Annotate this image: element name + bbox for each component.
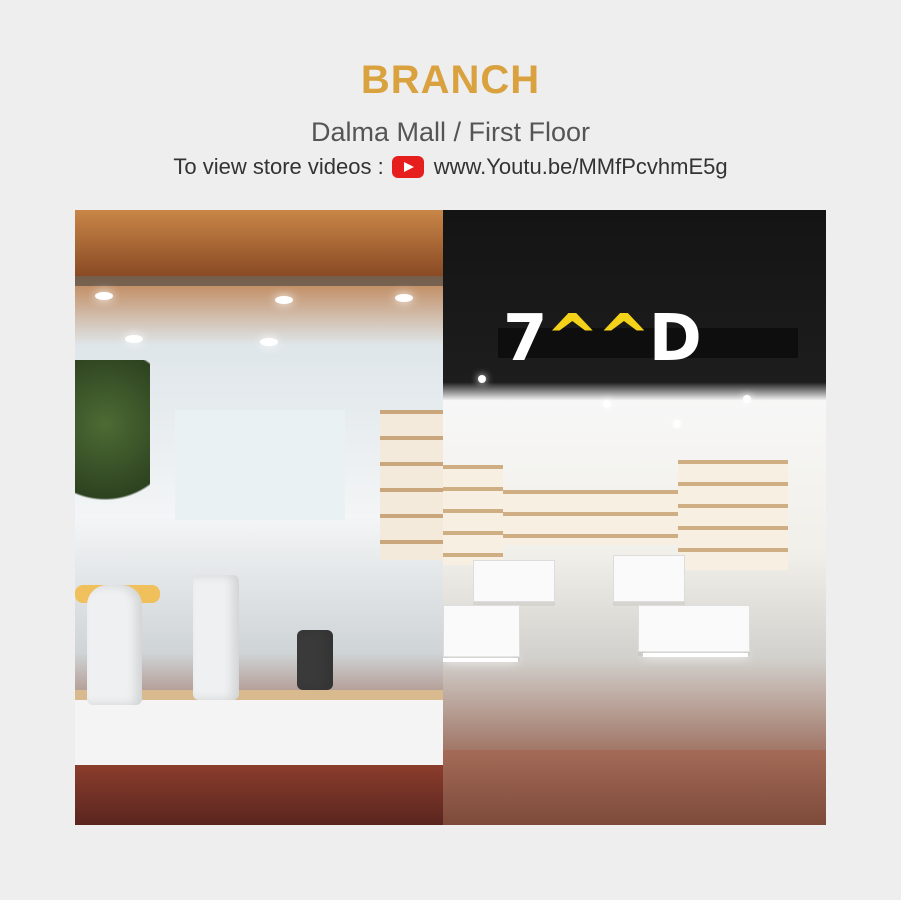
counter-glow bbox=[443, 658, 518, 662]
product-shelf bbox=[443, 465, 503, 565]
store-logo-sign: 7 ^^ D bbox=[503, 302, 702, 376]
ceiling-light bbox=[743, 395, 751, 403]
product-shelf bbox=[380, 410, 443, 560]
store-videos-line: To view store videos : www.Youtu.be/MMfP… bbox=[0, 154, 901, 180]
mall-floor bbox=[75, 765, 443, 825]
youtube-icon[interactable] bbox=[391, 156, 424, 178]
ceiling-light bbox=[275, 296, 293, 304]
ceiling-beam bbox=[75, 276, 443, 286]
ceiling bbox=[75, 210, 443, 276]
display-counter bbox=[613, 555, 685, 602]
videos-label: To view store videos : bbox=[173, 154, 384, 179]
display-counter bbox=[473, 560, 555, 602]
ceiling-light bbox=[260, 338, 278, 346]
olive-tree bbox=[75, 360, 150, 520]
air-purifier bbox=[87, 585, 142, 705]
ceiling-light bbox=[478, 375, 486, 383]
video-link[interactable]: www.Youtu.be/MMfPcvhmE5g bbox=[434, 154, 728, 180]
logo-peaks: ^^ bbox=[545, 302, 651, 376]
display-counter bbox=[443, 605, 520, 657]
product-shelf bbox=[678, 460, 788, 570]
ceiling-light bbox=[673, 420, 681, 428]
storefront-photo bbox=[75, 210, 443, 825]
ceiling-light bbox=[95, 292, 113, 300]
counter-glow bbox=[643, 653, 748, 657]
store-back-wall bbox=[175, 410, 345, 520]
camera-device bbox=[297, 630, 333, 690]
air-purifier bbox=[193, 575, 239, 700]
mall-floor bbox=[443, 750, 826, 825]
display-counter bbox=[638, 605, 750, 652]
logo-seven: 7 bbox=[503, 302, 548, 376]
ceiling-light bbox=[395, 294, 413, 302]
logo-d: D bbox=[648, 302, 702, 376]
ceiling-light bbox=[125, 335, 143, 343]
store-photos: 7 ^^ D bbox=[75, 210, 826, 825]
branch-location: Dalma Mall / First Floor bbox=[310, 117, 591, 147]
ceiling-light bbox=[603, 400, 611, 408]
branch-title: BRANCH bbox=[360, 58, 541, 102]
store-interior-photo: 7 ^^ D bbox=[443, 210, 826, 825]
